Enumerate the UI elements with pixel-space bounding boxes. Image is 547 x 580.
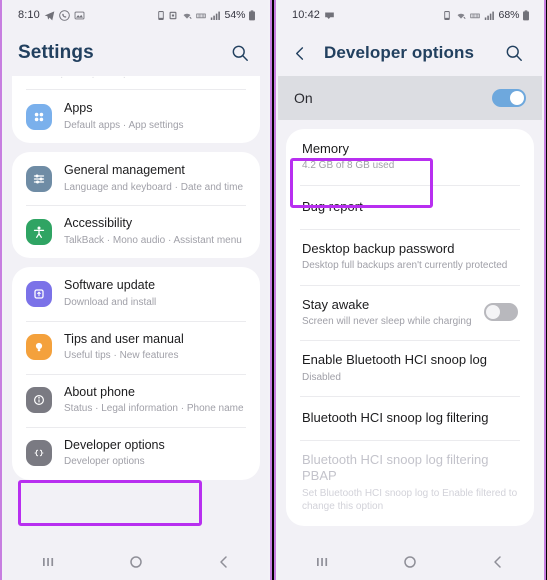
row-subtitle: 4.2 GB of 8 GB used (302, 160, 395, 172)
row-subtitle: Screen will never sleep while charging (302, 315, 472, 327)
row-title: About phone (64, 384, 135, 399)
gallery-icon (74, 10, 85, 21)
left-system-navbar (4, 544, 268, 580)
settings-group-apps: ··· Apps Default apps · App settings (12, 76, 260, 144)
search-icon[interactable] (500, 39, 528, 67)
left-status-bar: 8:10 54% (4, 0, 268, 30)
battery-icon (522, 9, 530, 21)
row-title: Developer options (64, 437, 165, 452)
sidebar-item-general-management[interactable]: General management Language and keyboard… (12, 152, 260, 205)
master-toggle-label: On (294, 90, 313, 106)
settings-scroll-list[interactable]: ··· Apps Default apps · App settings Gen… (4, 76, 268, 544)
right-phone-panel: 10:42 68% Developer options On Memory 4.… (274, 0, 546, 580)
row-subtitle: TalkBack · Mono audio · Assistant menu (64, 234, 242, 246)
row-subtitle: Default apps · App settings (64, 119, 184, 131)
sidebar-item-apps[interactable]: Apps Default apps · App settings (12, 90, 260, 143)
list-item-memory[interactable]: Memory 4.2 GB of 8 GB used (286, 129, 534, 185)
info-icon (26, 387, 52, 414)
search-icon[interactable] (226, 39, 254, 67)
back-icon[interactable] (200, 547, 248, 577)
wifi-icon (181, 10, 193, 21)
alarm-icon (442, 10, 452, 21)
ghost-subtitle-dots: ··· (60, 76, 154, 83)
status-time: 8:10 (18, 9, 40, 21)
sidebar-item-tips-and-user-manual[interactable]: Tips and user manual Useful tips · New f… (12, 320, 260, 374)
list-item-desktop-backup-password[interactable]: Desktop backup password Desktop full bac… (286, 228, 534, 285)
developer-options-card: Memory 4.2 GB of 8 GB used Bug report De… (286, 129, 534, 526)
left-app-bar: Settings (4, 30, 268, 76)
signal-bars-icon (210, 10, 221, 21)
row-title: Enable Bluetooth HCI snoop log (302, 352, 488, 368)
braces-icon (26, 440, 52, 467)
master-toggle-switch[interactable] (492, 89, 526, 107)
dnd-icon (168, 10, 178, 21)
sidebar-item-developer-options[interactable]: Developer options Developer options (12, 426, 260, 480)
battery-icon (248, 9, 256, 21)
right-app-bar: Developer options (278, 30, 542, 76)
dual-phone-screenshot: 8:10 54% Settings ··· Apps Default apps … (0, 0, 547, 580)
row-title: Software update (64, 278, 156, 293)
row-subtitle: Useful tips · New features (64, 350, 179, 362)
right-system-navbar (278, 544, 542, 580)
list-item-bug-report[interactable]: Bug report (286, 184, 534, 229)
row-title: Memory (302, 141, 349, 156)
apps-grid-icon (26, 103, 52, 130)
settings-group-general: General management Language and keyboard… (12, 152, 260, 259)
row-title: Stay awake (302, 296, 370, 312)
sidebar-item-about-phone[interactable]: About phone Status · Legal information ·… (12, 373, 260, 427)
software-update-icon (26, 280, 52, 307)
row-subtitle: Language and keyboard · Date and time (64, 181, 244, 193)
recents-icon[interactable] (298, 547, 346, 577)
row-title: Tips and user manual (64, 331, 184, 346)
row-title: Bluetooth HCI snoop log filtering (302, 409, 489, 425)
list-item-bluetooth-hci-snoop-log-filtering-pbap: Bluetooth HCI snoop log filtering PBAP S… (286, 440, 534, 526)
signal-bars-icon (484, 10, 495, 21)
settings-group-system: Software update Download and install Tip… (12, 267, 260, 480)
back-icon[interactable] (474, 547, 522, 577)
sidebar-item-accessibility[interactable]: Accessibility TalkBack · Mono audio · As… (12, 205, 260, 258)
telegram-icon (44, 10, 55, 21)
list-item-enable-bluetooth-hci-snoop-log[interactable]: Enable Bluetooth HCI snoop log Disabled (286, 340, 534, 396)
row-subtitle: Disabled (302, 371, 341, 383)
left-phone-panel: 8:10 54% Settings ··· Apps Default apps … (0, 0, 272, 580)
whatsapp-icon (59, 9, 70, 21)
developer-options-scroll-list[interactable]: On Memory 4.2 GB of 8 GB used Bug report (278, 76, 542, 544)
network-icon (195, 10, 207, 21)
battery-percentage: 54% (224, 9, 246, 21)
home-icon[interactable] (386, 547, 434, 577)
right-status-bar: 10:42 68% (278, 0, 542, 30)
row-subtitle: Developer options (64, 456, 145, 468)
page-title: Developer options (324, 43, 475, 62)
row-title: Bug report (302, 198, 363, 214)
list-item-bluetooth-hci-snoop-log-filtering[interactable]: Bluetooth HCI snoop log filtering (286, 396, 534, 440)
sidebar-item-software-update[interactable]: Software update Download and install (12, 267, 260, 320)
row-title: General management (64, 163, 185, 178)
home-icon[interactable] (112, 547, 160, 577)
row-subtitle: Desktop full backups aren't currently pr… (302, 260, 508, 271)
lightbulb-icon (26, 334, 52, 361)
wifi-icon (455, 10, 467, 21)
stay-awake-toggle[interactable] (484, 303, 518, 322)
row-subtitle: Set Bluetooth HCI snoop log to Enable fi… (302, 487, 518, 513)
list-item-stay-awake[interactable]: Stay awake Screen will never sleep while… (286, 284, 534, 341)
app-notification-icon (324, 10, 335, 21)
network-icon (469, 10, 481, 21)
developer-options-master-toggle-row[interactable]: On (278, 76, 542, 120)
battery-percentage: 68% (498, 9, 520, 21)
row-title: Apps (64, 101, 93, 115)
status-time: 10:42 (292, 9, 321, 21)
back-chevron-icon[interactable] (286, 39, 314, 67)
row-subtitle: Download and install (64, 297, 157, 308)
page-title: Settings (18, 42, 94, 63)
row-title: Desktop backup password (302, 240, 455, 256)
accessibility-icon (26, 218, 52, 245)
row-title: Accessibility (64, 216, 133, 231)
cut-off-row: ··· (12, 76, 260, 90)
row-title: Bluetooth HCI snoop log filtering PBAP (302, 452, 489, 484)
sliders-icon (26, 165, 52, 192)
alarm-icon (156, 10, 166, 21)
recents-icon[interactable] (24, 547, 72, 577)
row-subtitle: Status · Legal information · Phone name (64, 403, 244, 415)
